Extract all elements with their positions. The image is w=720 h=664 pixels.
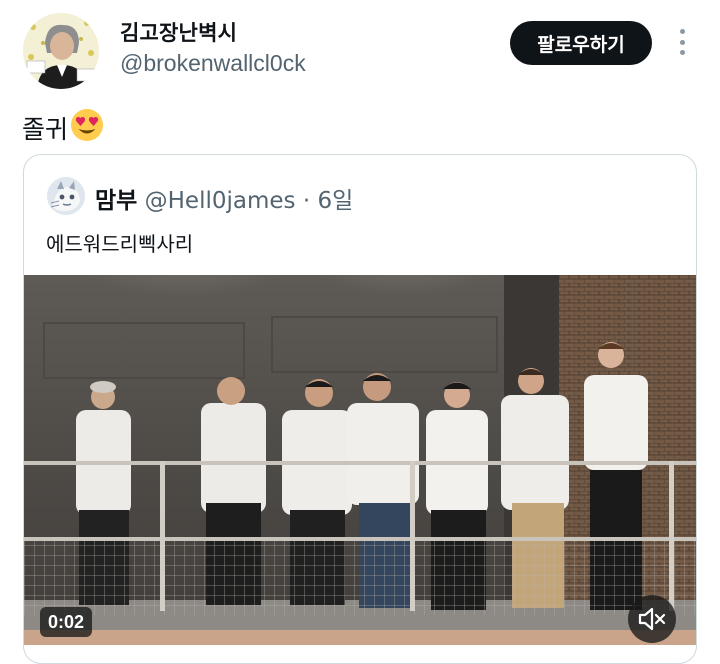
more-dot	[679, 50, 685, 55]
more-dot	[679, 39, 685, 45]
follow-button[interactable]: 팔로우하기	[510, 21, 652, 65]
quote-text: 에드워드리삑사리	[46, 232, 194, 256]
video-player[interactable]: 0:02	[24, 275, 696, 645]
more-dot	[679, 29, 685, 34]
more-vertical-icon[interactable]	[668, 27, 696, 57]
quote-author-handle[interactable]: @Hell0james	[145, 188, 296, 214]
video-duration: 0:02	[40, 607, 93, 637]
quote-separator: ·	[302, 188, 311, 214]
quote-timestamp[interactable]: 6일	[317, 188, 353, 214]
quote-author-name[interactable]: 맘부	[95, 188, 137, 214]
quote-avatar[interactable]	[47, 177, 85, 215]
author-handle[interactable]: @brokenwallcl0ck	[120, 50, 306, 77]
quote-header: 맘부 @Hell0james · 6일	[95, 181, 353, 215]
heart-eyes-emoji-icon	[70, 108, 104, 148]
speaker-muted-icon[interactable]	[628, 595, 676, 643]
author-name[interactable]: 김고장난벽시	[120, 17, 237, 47]
author-avatar[interactable]	[23, 13, 99, 89]
tweet-text: 졸귀	[22, 108, 104, 148]
tweet-text-body: 졸귀	[22, 115, 69, 144]
quoted-tweet[interactable]: 맘부 @Hell0james · 6일 에드워드리삑사리 0:02	[23, 154, 697, 664]
video-frame	[24, 275, 696, 645]
